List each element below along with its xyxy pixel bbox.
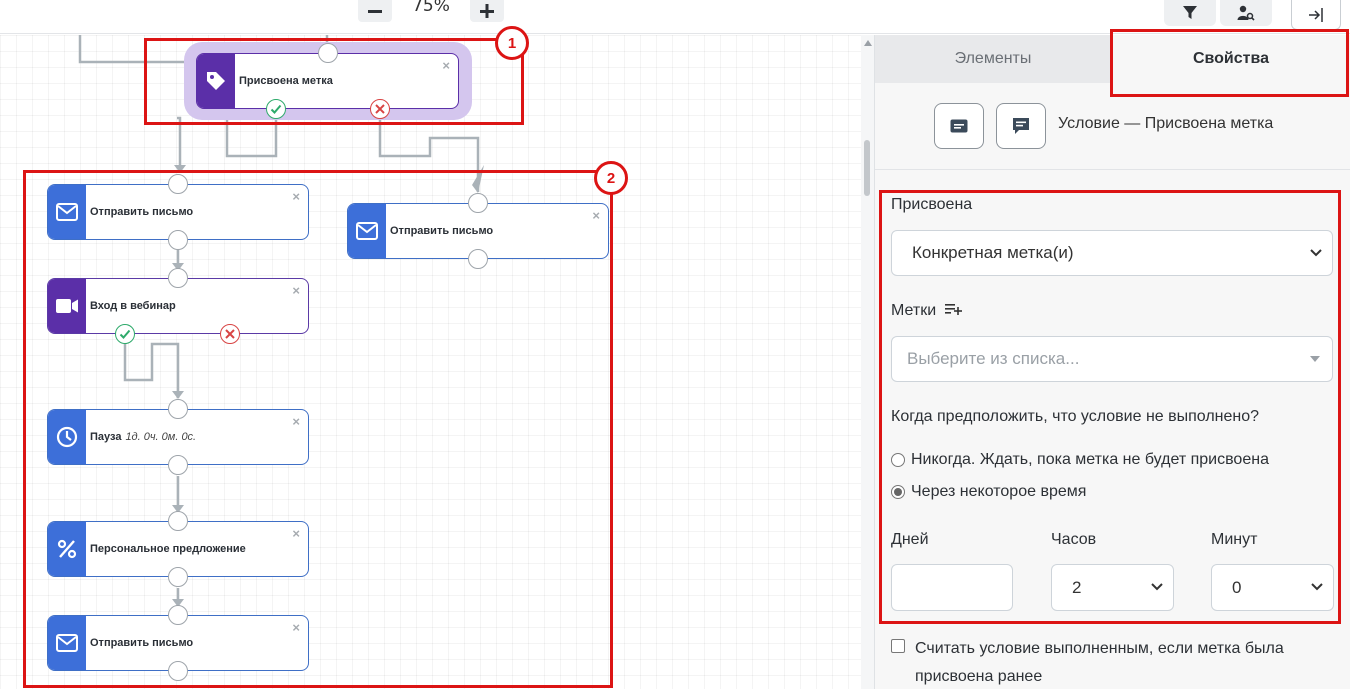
filter-icon <box>1183 6 1197 19</box>
filter-button[interactable] <box>1164 0 1216 26</box>
annotation-badge-2: 2 <box>594 161 628 195</box>
comment-icon <box>1013 118 1029 134</box>
condition-title: Условие — Присвоена метка <box>1058 115 1274 132</box>
panel-divider <box>875 169 1350 170</box>
user-search-button[interactable] <box>1220 0 1272 26</box>
tab-elements[interactable]: Элементы <box>875 35 1111 83</box>
user-search-icon <box>1237 5 1255 21</box>
highlight-properties-tab <box>1110 29 1349 97</box>
highlight-properties-form <box>879 190 1341 624</box>
panel-toggle-button[interactable] <box>1291 0 1341 30</box>
sidebar-toggle-icon <box>1309 7 1323 22</box>
automation-editor: 75% Присвоена метка × Отправить письмо ×… <box>0 0 1350 689</box>
highlight-box-2 <box>23 170 613 688</box>
comment-button[interactable] <box>996 103 1046 149</box>
tag-ok-to-mail-line <box>177 116 182 172</box>
note-button[interactable] <box>934 103 984 149</box>
annotation-badge-1: 1 <box>495 26 529 60</box>
earlier-tag-checkbox[interactable] <box>891 639 905 653</box>
earlier-tag-checkbox-label[interactable]: Считать условие выполненным, если метка … <box>915 635 1335 689</box>
note-icon <box>950 119 968 133</box>
highlight-box-1 <box>144 38 524 125</box>
